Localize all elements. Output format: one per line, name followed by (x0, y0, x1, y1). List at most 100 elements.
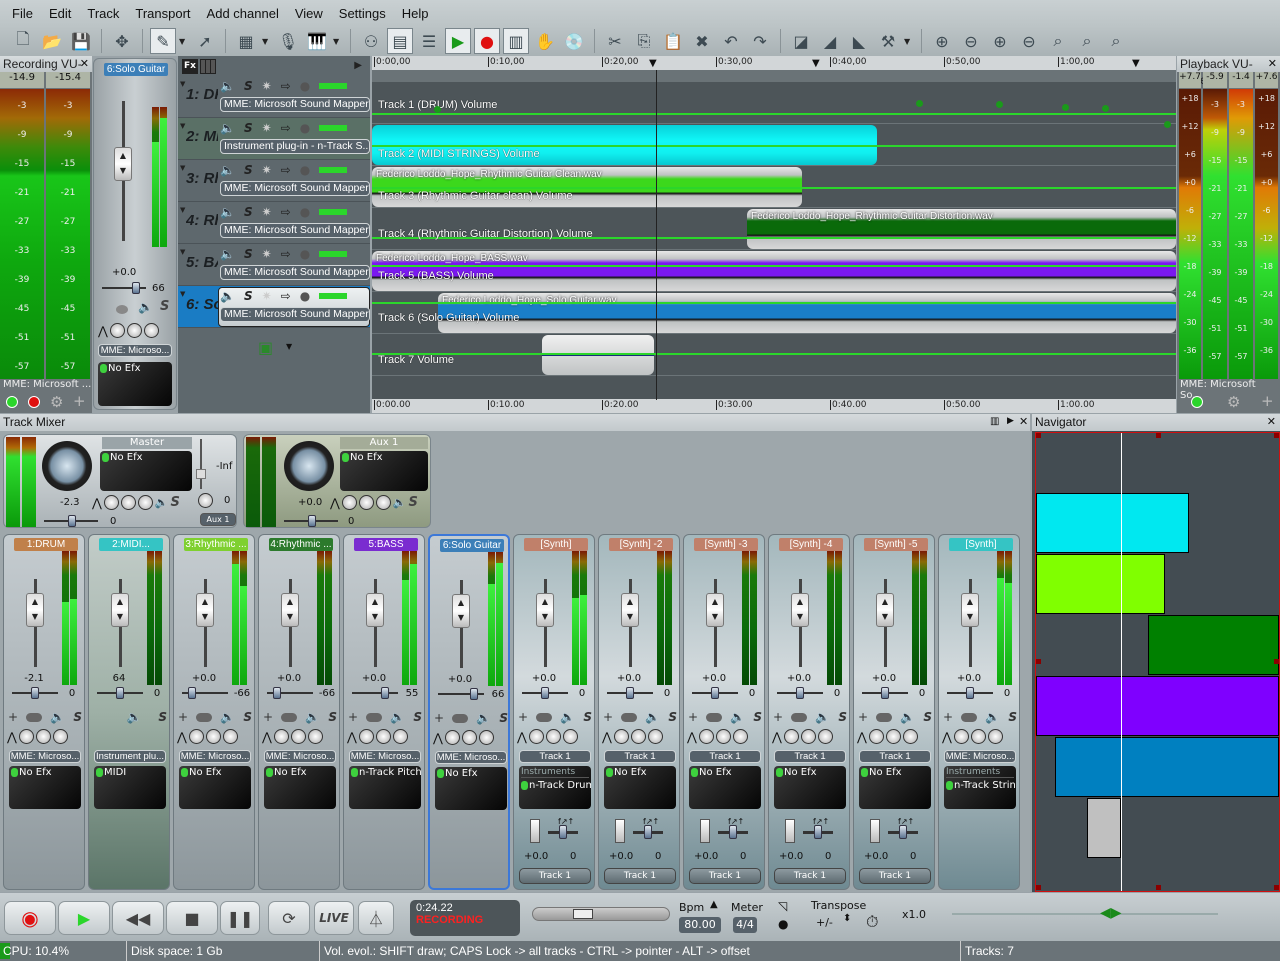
effects-icon[interactable]: ✷ (262, 247, 272, 261)
zoom-all-icon[interactable]: ⌕ (1103, 28, 1129, 54)
dropdown-icon[interactable]: ▼ (286, 342, 292, 351)
record-arm-icon[interactable]: ● (300, 163, 310, 177)
menu-file[interactable]: File (12, 6, 33, 21)
eq-knob[interactable] (461, 730, 477, 745)
pan-slider[interactable] (182, 687, 228, 699)
speaker-icon[interactable]: 🔈 (138, 300, 153, 314)
device-selector[interactable]: MME: Microso... (264, 750, 336, 763)
navigator-track-block[interactable] (1036, 493, 1190, 553)
navigator-track-block[interactable] (1036, 676, 1279, 736)
eq-knob[interactable] (205, 729, 221, 744)
record-arm-icon[interactable]: ● (300, 289, 310, 303)
solo-icon[interactable]: S (244, 163, 253, 177)
volume-envelope-line[interactable] (372, 145, 1176, 147)
efx-box[interactable]: No Efx (774, 766, 846, 809)
navigator-track-block[interactable] (1147, 615, 1279, 675)
hand-scrub-icon[interactable]: ✋ (532, 28, 558, 54)
eq-knob[interactable] (478, 730, 494, 745)
pointer-mode-icon[interactable]: ◹ (778, 899, 787, 913)
channel-label[interactable]: [Synth] -5 (864, 538, 928, 551)
pan-slider[interactable] (692, 687, 738, 699)
solo-icon[interactable]: S (923, 710, 932, 724)
solo-icon[interactable]: S (583, 710, 592, 724)
open-folder-icon[interactable]: 📂 (39, 28, 65, 54)
send-fader[interactable] (870, 819, 880, 843)
efx-box[interactable]: No Efx (9, 766, 81, 809)
add-icon[interactable]: + (434, 711, 444, 725)
track-name[interactable]: 6: Solo (186, 296, 218, 313)
efx-box[interactable]: No Efx (98, 362, 172, 406)
device-selector[interactable]: MME: Microso... (9, 750, 81, 763)
solo-icon[interactable]: S (158, 710, 167, 724)
efx-box[interactable]: No Efx (859, 766, 931, 809)
track-lane[interactable]: Federico Loddo_Hope_Solo Guitar.wav Track… (372, 292, 1176, 334)
eq-knob[interactable] (137, 495, 153, 510)
playhead-marker-icon[interactable]: ▼ (649, 58, 657, 69)
speaker-icon[interactable]: 🔈 (815, 710, 830, 724)
eq-knob[interactable] (358, 495, 374, 510)
solo-icon[interactable]: S (160, 299, 169, 314)
collapse-arrow-icon[interactable]: ▼ (180, 164, 185, 172)
track-device-selector[interactable]: MME: Microsoft Sound Mapper (220, 223, 370, 238)
microphone-icon[interactable]: 🎙 (275, 28, 301, 54)
menu-view[interactable]: View (295, 6, 323, 21)
fade-out-icon[interactable]: ◣ (846, 28, 872, 54)
input-monitor-icon[interactable]: ⇨ (281, 121, 291, 135)
volume-fader[interactable]: ▲ ▼ (26, 579, 44, 667)
record-arm-icon[interactable]: ● (300, 79, 310, 93)
eq-knob[interactable] (222, 729, 238, 744)
eq-icon[interactable]: ⋀ (857, 730, 867, 744)
master-pan-slider[interactable] (44, 515, 98, 527)
collapse-arrow-icon[interactable]: ▼ (180, 290, 185, 298)
collapse-arrow-icon[interactable]: ▼ (180, 206, 185, 214)
eq-knob[interactable] (885, 729, 901, 744)
add-icon[interactable]: + (263, 710, 273, 724)
eq-knob[interactable] (375, 495, 391, 510)
input-monitor-icon[interactable]: ⇨ (281, 205, 291, 219)
efx-box[interactable]: Instruments n-Track Drums (519, 766, 591, 809)
eq-icon[interactable]: ⋀ (433, 731, 443, 745)
eq-knob[interactable] (953, 729, 969, 744)
eq-knob[interactable] (630, 729, 646, 744)
add-icon[interactable]: + (688, 710, 698, 724)
close-icon[interactable]: ✕ (1019, 415, 1028, 428)
meter-field[interactable]: 4/4 (733, 917, 757, 933)
track-header-row[interactable]: ▼6: Solo🔈 S ✷ ⇨ ● MME: Microsoft Sound Mapper (178, 286, 370, 328)
monitor-toggle-icon[interactable] (6, 396, 18, 408)
speaker-icon[interactable]: 🔈 (220, 205, 235, 219)
routing-icon[interactable]: ⚇ (358, 28, 384, 54)
play-mode-icon[interactable]: ▶ (445, 28, 471, 54)
track-header-row[interactable]: ▼5: BASS🔈 S ✷ ⇨ ● MME: Microsoft Sound Mapper (178, 244, 370, 286)
record-arm-icon[interactable] (876, 712, 893, 722)
solo-icon[interactable]: S (243, 710, 252, 724)
speaker-icon[interactable]: 🔈 (220, 121, 235, 135)
timeline-view-icon[interactable]: ▤ (387, 28, 413, 54)
device-selector[interactable]: Track 1 (859, 750, 931, 763)
track-device-selector[interactable]: MME: Microsoft Sound Mapper (220, 181, 370, 196)
eq-icon[interactable]: ⋀ (262, 730, 272, 744)
navigator-track-block[interactable] (1055, 737, 1279, 797)
eq-knob[interactable] (732, 729, 748, 744)
speaker-icon[interactable]: 🔈 (900, 710, 915, 724)
track-device-selector[interactable]: Instrument plug-in - n-Track S... (220, 139, 370, 154)
resize-handle[interactable] (1036, 885, 1041, 890)
aux-pan-slider[interactable] (284, 515, 338, 527)
menu-add-channel[interactable]: Add channel (207, 6, 279, 21)
eq-icon[interactable]: ⋀ (517, 730, 527, 744)
volume-fader[interactable]: ▲ ▼ (876, 579, 894, 667)
eq-knob[interactable] (613, 729, 629, 744)
aux-pan-knob[interactable] (198, 493, 213, 508)
eq-knob[interactable] (528, 729, 544, 744)
pan-slider[interactable] (777, 687, 823, 699)
master-volume-knob[interactable] (42, 441, 92, 491)
audio-clip[interactable]: Federico Loddo_Hope_Solo Guitar.wav (438, 293, 1176, 333)
volume-envelope-line[interactable] (372, 187, 1176, 189)
eq-knob[interactable] (358, 729, 374, 744)
collapse-arrow-icon[interactable]: ▼ (180, 80, 185, 88)
add-icon[interactable]: + (8, 710, 18, 724)
record-arm-icon[interactable] (536, 712, 553, 722)
track-name[interactable]: 3: Rhythmic (186, 170, 218, 187)
solo-icon[interactable]: S (244, 121, 253, 135)
mixer-icon[interactable]: ▥ (503, 28, 529, 54)
device-selector[interactable]: MME: Microso... (435, 751, 507, 764)
